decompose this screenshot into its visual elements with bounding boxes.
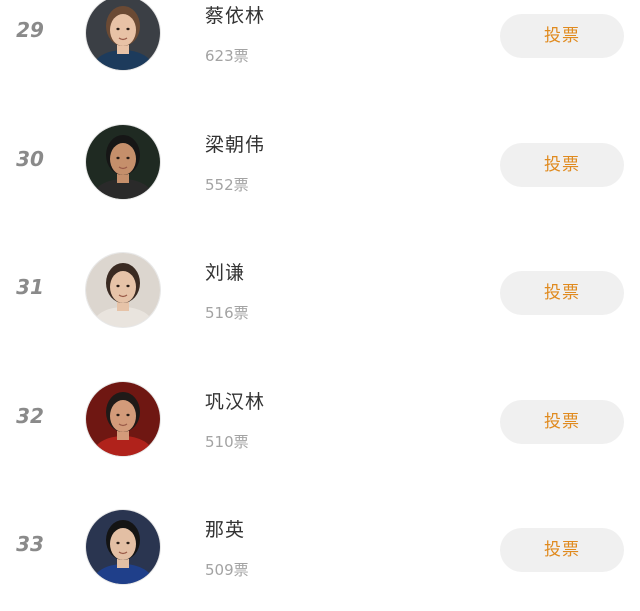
vote-button[interactable]: 投票 [500,14,624,58]
vote-count: 552票 [205,175,249,194]
vote-count: 510票 [205,432,249,451]
avatar-portrait [86,510,160,584]
rank-number: 31 [16,275,44,299]
candidate-name: 巩汉林 [205,390,266,413]
vote-button[interactable]: 投票 [500,399,624,444]
avatar-portrait [86,124,160,199]
avatar[interactable] [86,510,160,584]
vote-count: 623票 [205,47,249,65]
avatar-portrait [86,381,160,456]
avatar-portrait [86,253,160,327]
rank-number: 33 [16,532,44,556]
candidate-name: 蔡依林 [205,5,266,27]
avatar[interactable] [86,381,160,456]
vote-button[interactable]: 投票 [500,142,624,187]
ranking-row: 29 蔡依林 623票 投票 [0,0,640,97]
ranking-row: 32 巩汉林 510票 投票 [0,354,640,483]
avatar[interactable] [86,124,160,199]
ranking-list: 29 蔡依林 623票 投票 30 梁朝伟 552票 投票 31 刘谦 516票… [0,0,640,611]
avatar[interactable] [86,0,160,70]
vote-button[interactable]: 投票 [500,528,624,572]
ranking-row: 30 梁朝伟 552票 投票 [0,97,640,226]
candidate-name: 那英 [205,519,246,541]
candidate-name: 梁朝伟 [205,133,266,156]
ranking-row: 33 那英 509票 投票 [0,482,640,611]
vote-count: 516票 [205,304,249,322]
vote-button[interactable]: 投票 [500,271,624,315]
vote-count: 509票 [205,561,249,579]
ranking-row: 31 刘谦 516票 投票 [0,225,640,354]
rank-number: 32 [16,403,44,428]
rank-number: 29 [16,18,44,42]
avatar[interactable] [86,253,160,327]
candidate-name: 刘谦 [205,262,246,284]
rank-number: 30 [16,146,44,171]
avatar-portrait [86,0,160,70]
